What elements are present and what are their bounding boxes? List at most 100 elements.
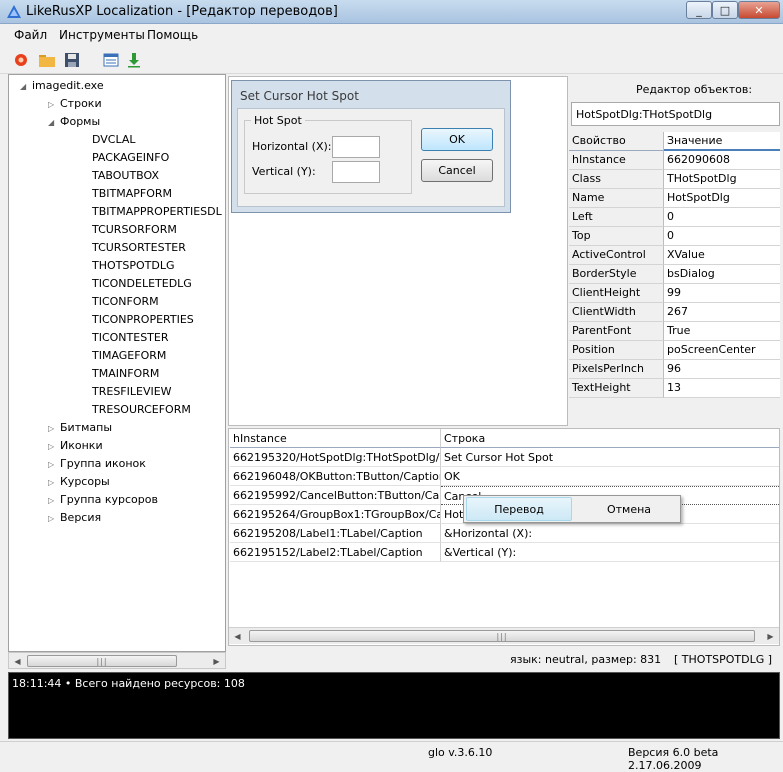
inspector-property[interactable]: ClientHeight bbox=[569, 284, 664, 303]
tree-node[interactable]: ▷ Битмапы bbox=[48, 419, 112, 437]
scroll-left-icon[interactable]: ◀ bbox=[9, 653, 26, 670]
inspector-property[interactable]: TextHeight bbox=[569, 379, 664, 398]
table-horizontal-scrollbar[interactable]: ◀ ||| ▶ bbox=[229, 627, 779, 644]
tree-node-root[interactable]: ◢ imagedit.exe bbox=[20, 77, 104, 95]
inspector-object-select[interactable]: HotSpotDlg:THotSpotDlg bbox=[571, 102, 780, 126]
tree-form-item[interactable]: TBITMAPFORM bbox=[92, 185, 172, 203]
table-row-string[interactable]: &Vertical (Y): bbox=[441, 543, 779, 562]
inspector-value[interactable]: 0 bbox=[664, 227, 780, 246]
inspector-col-value[interactable]: Значение bbox=[664, 132, 780, 151]
ok-button[interactable]: OK bbox=[421, 128, 493, 151]
table-row-id[interactable]: 662195264/GroupBox1:TGroupBox/Caption bbox=[230, 505, 441, 524]
collapsed-arrow-icon[interactable]: ▷ bbox=[48, 456, 60, 474]
inspector-property[interactable]: ActiveControl bbox=[569, 246, 664, 265]
table-row-id[interactable]: 662195320/HotSpotDlg:THotSpotDlg/Caption bbox=[230, 448, 441, 467]
inspector-property[interactable]: ClientWidth bbox=[569, 303, 664, 322]
inspector-property[interactable]: BorderStyle bbox=[569, 265, 664, 284]
tree-form-item[interactable]: TRESFILEVIEW bbox=[92, 383, 172, 401]
tree-node[interactable]: ▷ Группа иконок bbox=[48, 455, 146, 473]
inspector-value[interactable]: 99 bbox=[664, 284, 780, 303]
scroll-right-icon[interactable]: ▶ bbox=[208, 653, 225, 670]
inspector-value[interactable]: True bbox=[664, 322, 780, 341]
tree-form-item[interactable]: TRESOURCEFORM bbox=[92, 401, 191, 419]
inspector-property[interactable]: hInstance bbox=[569, 151, 664, 170]
inspector-property[interactable]: ParentFont bbox=[569, 322, 664, 341]
tree-node-forms[interactable]: ◢ Формы bbox=[48, 113, 100, 131]
tree-form-item[interactable]: TICONPROPERTIES bbox=[92, 311, 194, 329]
collapsed-arrow-icon[interactable]: ▷ bbox=[48, 438, 60, 456]
collapsed-arrow-icon[interactable]: ▷ bbox=[48, 96, 60, 114]
close-button[interactable]: ✕ bbox=[738, 1, 780, 19]
inspector-value[interactable]: 0 bbox=[664, 208, 780, 227]
tree-horizontal-scrollbar[interactable]: ◀ ||| ▶ bbox=[8, 652, 226, 669]
scroll-right-icon[interactable]: ▶ bbox=[762, 628, 779, 645]
menu-file[interactable]: Файл bbox=[14, 28, 47, 42]
table-row-id[interactable]: 662195152/Label2:TLabel/Caption bbox=[230, 543, 441, 562]
maximize-button[interactable]: □ bbox=[712, 1, 738, 19]
table-row-string[interactable]: &Horizontal (X): bbox=[441, 524, 779, 543]
tree-form-item[interactable]: PACKAGEINFO bbox=[92, 149, 169, 167]
tree-node[interactable]: ▷ Курсоры bbox=[48, 473, 110, 491]
vertical-input[interactable] bbox=[332, 161, 380, 183]
table-row-id[interactable]: 662195992/CancelButton:TButton/Caption bbox=[230, 486, 441, 505]
table-row-id[interactable]: 662195208/Label1:TLabel/Caption bbox=[230, 524, 441, 543]
expanded-arrow-icon[interactable]: ◢ bbox=[20, 78, 32, 96]
inspector-value[interactable]: poScreenCenter bbox=[664, 341, 780, 360]
tree-node[interactable]: ▷ Версия bbox=[48, 509, 101, 527]
table-row-id[interactable]: 662196048/OKButton:TButton/Caption bbox=[230, 467, 441, 486]
inspector-value[interactable]: bsDialog bbox=[664, 265, 780, 284]
tree-form-item[interactable]: THOTSPOTDLG bbox=[92, 257, 174, 275]
tree-form-item[interactable]: TCURSORFORM bbox=[92, 221, 177, 239]
inspector-value[interactable]: HotSpotDlg bbox=[664, 189, 780, 208]
tree-node[interactable]: ▷ Группа курсоров bbox=[48, 491, 158, 509]
horizontal-input[interactable] bbox=[332, 136, 380, 158]
tree-form-item[interactable]: TMAINFORM bbox=[92, 365, 159, 383]
inspector-property[interactable]: Position bbox=[569, 341, 664, 360]
inspector-property[interactable]: Left bbox=[569, 208, 664, 227]
popup-cancel-button[interactable]: Отмена bbox=[580, 497, 678, 521]
inspector-value[interactable]: 662090608 bbox=[664, 151, 780, 170]
scroll-left-icon[interactable]: ◀ bbox=[229, 628, 246, 645]
tree-form-item[interactable]: TCURSORTESTER bbox=[92, 239, 186, 257]
tree-form-item[interactable]: TICONFORM bbox=[92, 293, 159, 311]
list-view-icon[interactable] bbox=[101, 50, 121, 70]
tree-form-item[interactable]: TABOUTBOX bbox=[92, 167, 159, 185]
inspector-value[interactable]: 96 bbox=[664, 360, 780, 379]
inspector-property[interactable]: Class bbox=[569, 170, 664, 189]
collapsed-arrow-icon[interactable]: ▷ bbox=[48, 492, 60, 510]
inspector-property[interactable]: Top bbox=[569, 227, 664, 246]
inspector-value[interactable]: 13 bbox=[664, 379, 780, 398]
tree-node[interactable]: ▷ Иконки bbox=[48, 437, 103, 455]
tree-form-item[interactable]: DVCLAL bbox=[92, 131, 136, 149]
collapsed-arrow-icon[interactable]: ▷ bbox=[48, 420, 60, 438]
tree-form-item[interactable]: TICONDELETEDLG bbox=[92, 275, 192, 293]
collapsed-arrow-icon[interactable]: ▷ bbox=[48, 510, 60, 528]
table-row-string[interactable]: OK bbox=[441, 467, 779, 486]
minimize-button[interactable]: _ bbox=[686, 1, 712, 19]
expanded-arrow-icon[interactable]: ◢ bbox=[48, 114, 60, 132]
inspector-property[interactable]: Name bbox=[569, 189, 664, 208]
inspector-property[interactable]: PixelsPerInch bbox=[569, 360, 664, 379]
inspector-value[interactable]: 267 bbox=[664, 303, 780, 322]
save-icon[interactable] bbox=[62, 50, 82, 70]
inspector-value[interactable]: THotSpotDlg bbox=[664, 170, 780, 189]
translate-button[interactable]: Перевод bbox=[466, 497, 572, 521]
col-header-hinstance[interactable]: hInstance bbox=[230, 429, 441, 448]
gear-icon[interactable] bbox=[11, 50, 31, 70]
menu-help[interactable]: Помощь bbox=[147, 28, 198, 42]
tree-node-strings[interactable]: ▷ Строки bbox=[48, 95, 102, 113]
inspector-col-property[interactable]: Свойство bbox=[569, 132, 664, 151]
scroll-thumb[interactable]: ||| bbox=[249, 630, 755, 642]
table-row-string[interactable]: Set Cursor Hot Spot bbox=[441, 448, 779, 467]
tree-form-item[interactable]: TBITMAPPROPERTIESDL bbox=[92, 203, 222, 221]
col-header-string[interactable]: Строка bbox=[441, 429, 779, 448]
collapsed-arrow-icon[interactable]: ▷ bbox=[48, 474, 60, 492]
scroll-thumb[interactable]: ||| bbox=[27, 655, 177, 667]
cancel-button[interactable]: Cancel bbox=[421, 159, 493, 182]
inspector-value[interactable]: XValue bbox=[664, 246, 780, 265]
tree-form-item[interactable]: TICONTESTER bbox=[92, 329, 169, 347]
menu-tools[interactable]: Инструменты bbox=[59, 28, 145, 42]
tree-form-item[interactable]: TIMAGEFORM bbox=[92, 347, 166, 365]
open-folder-icon[interactable] bbox=[37, 50, 57, 70]
download-icon[interactable] bbox=[124, 50, 144, 70]
